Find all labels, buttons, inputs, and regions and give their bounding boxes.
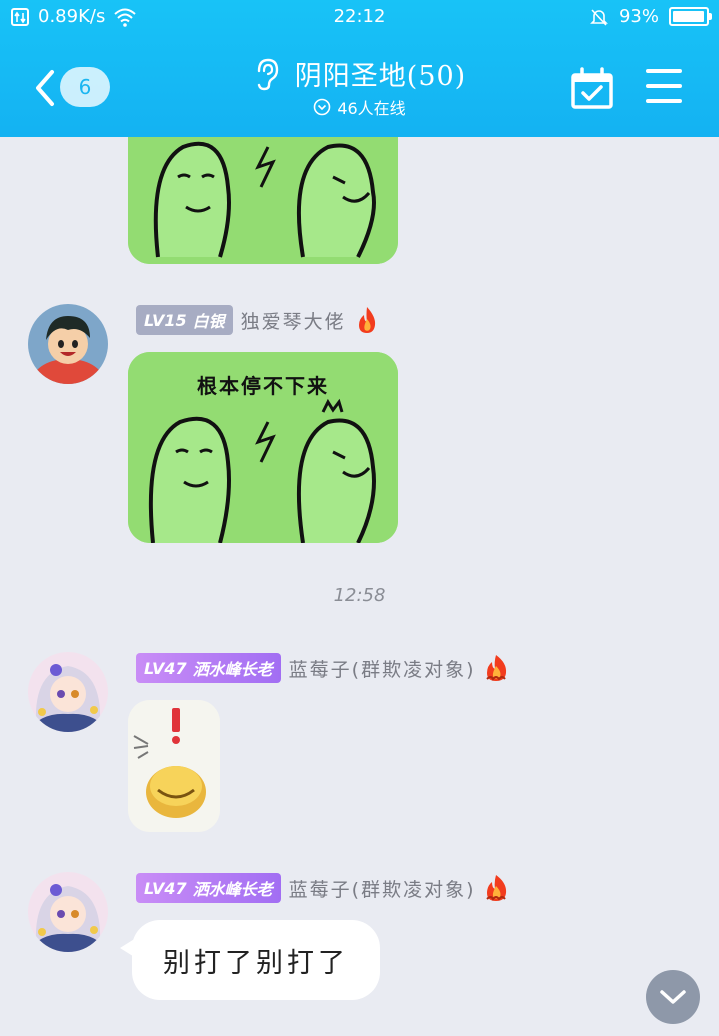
message-text: 别打了别打了 (163, 947, 349, 979)
menu-icon-bar (646, 84, 682, 88)
avatar-image (28, 652, 108, 732)
avatar[interactable] (28, 652, 108, 732)
flame-icon (486, 875, 507, 901)
flame-icon (358, 307, 375, 333)
menu-icon-bar (646, 69, 682, 73)
group-title: 阴阳圣地(50) (294, 61, 467, 92)
level-number: LV15 (144, 310, 187, 330)
flame-icon (486, 655, 507, 681)
status-bar: 0.89K/s 22:12 93% (0, 0, 719, 36)
chevron-down-icon (660, 990, 686, 1004)
level-badge: LV47 洒水峰长老 (136, 653, 281, 683)
menu-button[interactable] (646, 69, 682, 103)
sender-meta: LV47 洒水峰长老 蓝莓子(群欺凌对象) (136, 873, 509, 903)
chat-header: 0.89K/s 22:12 93% 6 阴阳圣地(50) 46人在线 (0, 0, 719, 137)
smiley-sticker-image (128, 700, 220, 832)
text-message-bubble[interactable]: 别打了别打了 (120, 920, 380, 1000)
online-count: 46人在线 (337, 99, 406, 118)
battery-percent: 93% (618, 6, 659, 27)
sender-name[interactable]: 蓝莓子(群欺凌对象) (289, 875, 476, 902)
level-title: 白银 (192, 312, 225, 331)
avatar[interactable] (28, 872, 108, 952)
calendar-check-button[interactable] (570, 66, 614, 110)
sender-meta: LV47 洒水峰长老 蓝莓子(群欺凌对象) (136, 653, 509, 683)
sticker-message[interactable] (128, 700, 220, 832)
level-number: LV47 (144, 878, 187, 898)
message-timestamp: 12:58 (333, 585, 386, 606)
avatar-image (28, 304, 108, 384)
battery-icon (669, 7, 712, 26)
scroll-to-bottom-button[interactable] (646, 970, 700, 1024)
level-number: LV47 (144, 658, 187, 678)
mute-icon (590, 8, 608, 26)
menu-icon-bar (646, 99, 682, 103)
level-title: 洒水峰长老 (192, 880, 273, 899)
online-chevron-icon (314, 98, 331, 116)
avatar[interactable] (28, 304, 108, 384)
sender-meta: LV15 白银 独爱琴大佬 (136, 305, 380, 335)
sticker-message[interactable]: 根本停不下来 (128, 352, 398, 543)
level-badge: LV15 白银 (136, 305, 233, 335)
sticker-caption: 根本停不下来 (197, 374, 329, 398)
ear-icon (257, 58, 278, 90)
chat-area[interactable]: LV15 白银 独爱琴大佬 根本停不下来 12:58 LV47 洒水峰长老 蓝莓… (0, 107, 719, 1036)
avatar-image (28, 872, 108, 952)
level-title: 洒水峰长老 (192, 660, 273, 679)
sender-name[interactable]: 独爱琴大佬 (241, 307, 346, 334)
level-badge: LV47 洒水峰长老 (136, 873, 281, 903)
sender-name[interactable]: 蓝莓子(群欺凌对象) (289, 655, 476, 682)
